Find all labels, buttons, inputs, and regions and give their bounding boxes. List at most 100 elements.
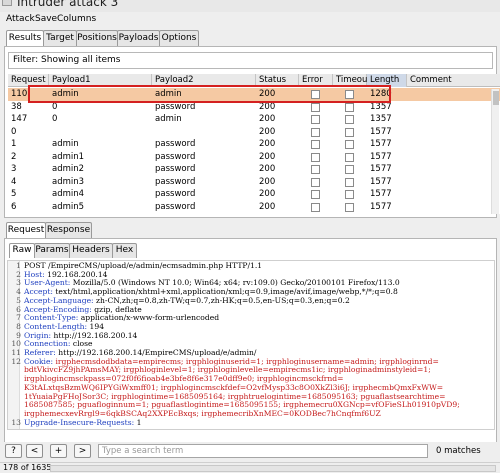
table-cell: password (155, 139, 196, 149)
table-row[interactable]: 4 admin3 password 200 1577 (8, 176, 500, 189)
search-bar: ? < + > Type a search term 0 matches (4, 442, 497, 460)
header-value: zh-CN,zh;q=0.8,zh-TW;q=0.7,zh-HK;q=0.5,e… (93, 295, 350, 305)
col-comment[interactable]: Comment (407, 74, 497, 87)
table-cell: 1577 (370, 126, 392, 137)
timeout-checkbox (345, 177, 354, 187)
prev-button[interactable]: < (26, 444, 43, 458)
error-checkbox (311, 177, 320, 187)
header-value: 192.168.200.14 (44, 269, 108, 279)
filter-bar[interactable]: Filter: Showing all items (8, 52, 493, 69)
tab-positions[interactable]: Positions (76, 30, 118, 46)
tab-payloads[interactable]: Payloads (117, 30, 160, 46)
table-cell: 0 (52, 114, 58, 124)
tab-options[interactable]: Options (159, 30, 199, 46)
table-cell: admin4 (52, 189, 85, 199)
table-cell: 1577 (370, 164, 392, 174)
tab-response[interactable]: Response (45, 222, 92, 238)
header-key: Accept-Language: (24, 295, 94, 305)
table-cell: 4 (11, 176, 17, 187)
progress-text: 178 of 1635 (3, 463, 52, 472)
tab-raw[interactable]: Raw (9, 243, 35, 258)
help-button[interactable]: ? (5, 444, 22, 458)
search-input[interactable]: Type a search term (98, 444, 428, 458)
menu-attack[interactable]: Attack (6, 14, 35, 24)
table-cell: admin3 (52, 176, 85, 187)
tab-hex[interactable]: Hex (112, 243, 137, 258)
next-button[interactable]: + (50, 444, 67, 458)
match-count: 0 matches (436, 446, 481, 456)
table-cell: 147 (11, 114, 28, 124)
table-row[interactable]: 0 200 1577 (8, 126, 500, 139)
error-checkbox (311, 165, 320, 174)
tab-params[interactable]: Params (34, 243, 70, 258)
error-checkbox (311, 127, 320, 137)
menu-save[interactable]: Save (35, 14, 57, 24)
table-cell: admin2 (52, 164, 85, 174)
table-cell: 200 (259, 164, 276, 174)
tab-headers[interactable]: Headers (69, 243, 113, 258)
table-cell (407, 163, 497, 176)
tab-request[interactable]: Request (6, 222, 46, 239)
tab-results[interactable]: Results (6, 30, 44, 47)
menu-bar: Attack Save Columns (0, 12, 500, 27)
header-value: irgphemecxevRrgl9=6qkBSCAq2XXPEcBxqs; ir… (24, 408, 381, 418)
header-key: Host: (24, 269, 45, 279)
request-editor[interactable]: 1 POST /EmpireCMS/upload/e/admin/ecmsadmi… (7, 260, 495, 430)
results-panel: Filter: Showing all items Request Payloa… (4, 46, 500, 218)
error-checkbox (311, 102, 320, 112)
header-value: text/html,application/xhtml+xml,applicat… (52, 287, 398, 297)
header-value: 1 (134, 417, 142, 427)
menu-columns[interactable]: Columns (57, 14, 96, 24)
table-row[interactable]: 147 0 admin 200 1357 (8, 113, 500, 126)
error-checkbox (311, 190, 320, 199)
header-value: gzip, deflate (91, 304, 142, 314)
scrollbar-thumb[interactable] (493, 91, 499, 105)
header-value: Mozilla/5.0 (Windows NT 10.0; Win64; x64… (70, 278, 400, 288)
tab-target[interactable]: Target (43, 30, 77, 46)
timeout-checkbox (345, 202, 354, 212)
header-value: http://192.168.200.14/EmpireCMS/upload/e… (55, 348, 257, 357)
table-cell (407, 176, 497, 189)
window-title: Intruder attack 3 (17, 0, 119, 9)
table-cell: 1577 (370, 201, 392, 212)
table-row[interactable]: 5 admin4 password 200 1577 (8, 188, 500, 201)
table-cell (407, 151, 497, 164)
table-cell: admin5 (52, 201, 85, 212)
timeout-checkbox (345, 102, 354, 112)
table-cell (407, 138, 497, 151)
header-value: K3tALxtqsBzmWQ6IPYGiWxmff01; irgphloginc… (24, 382, 444, 392)
table-scrollbar[interactable] (491, 89, 499, 214)
table-cell: 1 (11, 139, 17, 149)
header-key: Accept: (24, 287, 53, 297)
table-cell: 6 (11, 201, 17, 212)
status-bar: 178 of 1635 (0, 462, 500, 473)
table-cell: 200 (259, 201, 276, 212)
header-key: Connection: (24, 339, 71, 349)
timeout-checkbox (345, 165, 354, 174)
table-cell: 1577 (370, 176, 392, 187)
table-cell: 5 (11, 189, 17, 199)
header-value: irgphlogincmsckpass=072f0f6fioab4e3bfe8f… (24, 374, 344, 384)
table-cell: 2 (11, 151, 17, 162)
header-key: Origin: (24, 330, 52, 340)
header-value: irgphecmsdodbdata=empirecms; irgphloginu… (53, 356, 439, 366)
table-row[interactable]: 1 admin password 200 1577 (8, 138, 500, 151)
table-cell: password (155, 151, 196, 162)
table-row[interactable]: 6 admin5 password 200 1577 (8, 201, 500, 214)
table-cell (152, 126, 256, 139)
header-value: http://192.168.200.14 (51, 330, 138, 340)
timeout-checkbox (345, 115, 354, 124)
header-key: Content-Type: (24, 313, 79, 323)
table-cell: 200 (259, 114, 276, 124)
error-checkbox (311, 202, 320, 212)
forward-button[interactable]: > (74, 444, 91, 458)
error-checkbox (311, 152, 320, 162)
timeout-checkbox (345, 190, 354, 199)
timeout-checkbox (345, 140, 354, 149)
table-row[interactable]: 2 admin1 password 200 1577 (8, 151, 500, 164)
table-row[interactable]: 3 admin2 password 200 1577 (8, 163, 500, 176)
request-panel: Raw Params Headers Hex 1 POST /EmpireCMS/… (4, 238, 497, 460)
table-cell (407, 126, 497, 139)
table-cell: 1577 (370, 189, 392, 199)
table-cell: 200 (259, 151, 276, 162)
